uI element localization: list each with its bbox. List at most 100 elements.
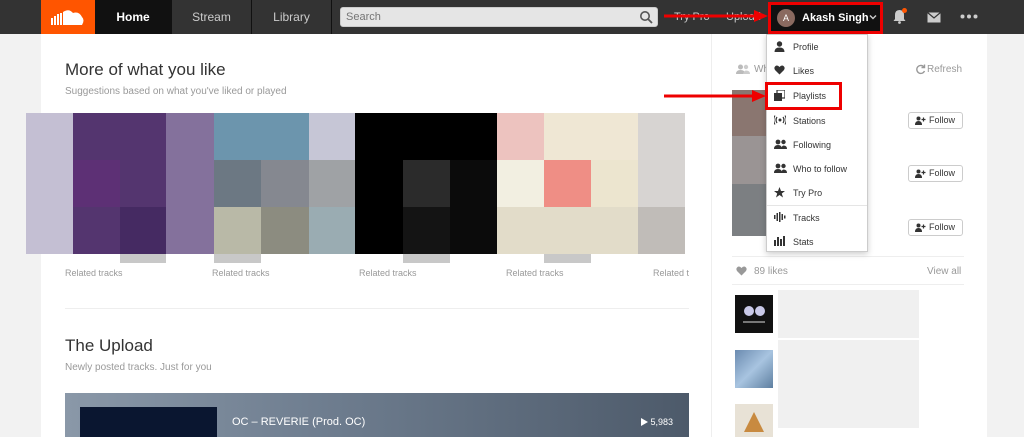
playlist-tile-block <box>309 160 355 207</box>
play-count: 5,983 <box>640 417 673 427</box>
tile-shadow <box>544 254 591 263</box>
playlists-highlight-box <box>765 82 842 110</box>
related-tracks-label[interactable]: Related tracks <box>65 268 123 278</box>
menu-item-label: Try Pro <box>793 188 823 198</box>
album-art-icon <box>743 306 765 323</box>
menu-item-who-to-follow[interactable]: Who to follow <box>767 157 867 181</box>
menu-item-following[interactable]: Following <box>767 133 867 157</box>
stats-icon <box>774 236 785 246</box>
more-icon[interactable] <box>960 14 978 19</box>
heart-icon <box>736 266 747 276</box>
playlist-tile-block <box>166 113 214 254</box>
related-tracks-label[interactable]: Related tracks <box>359 268 417 278</box>
playlist-tile-block <box>403 207 450 254</box>
follow-label: Follow <box>929 168 956 178</box>
search-input[interactable] <box>341 8 631 26</box>
upload-track-banner[interactable]: OC – REVERIE (Prod. OC) 5,983 <box>65 393 689 437</box>
liked-track-artwork[interactable] <box>735 404 773 437</box>
playlist-tile-block <box>73 160 120 207</box>
track-title[interactable]: OC – REVERIE (Prod. OC) <box>232 416 365 428</box>
user-add-icon <box>915 116 926 125</box>
menu-item-label: Who to follow <box>793 164 848 174</box>
section-subtitle: Newly posted tracks. Just for you <box>65 362 212 373</box>
menu-item-label: Likes <box>793 66 815 76</box>
waveform-icon <box>774 212 786 222</box>
nav-home-tab[interactable]: Home <box>95 0 172 34</box>
playlist-tile[interactable] <box>214 113 309 160</box>
menu-item-profile[interactable]: Profile <box>767 35 867 59</box>
playlist-tile[interactable] <box>497 113 544 160</box>
menu-item-label: Following <box>793 140 832 150</box>
playlist-tile-block <box>450 160 497 254</box>
playlist-tile-block <box>214 207 261 254</box>
playlist-tile-block <box>309 207 355 254</box>
refresh-icon[interactable] <box>915 64 926 75</box>
menu-item-label: Stats <box>793 237 814 247</box>
users-icon <box>774 163 787 173</box>
related-tracks-label[interactable]: Related tracks <box>506 268 564 278</box>
suggested-user-avatar[interactable] <box>732 136 768 184</box>
refresh-link[interactable]: Refresh <box>927 64 962 75</box>
section-title-more-of-what-you-like: More of what you like <box>65 60 226 79</box>
menu-item-stations[interactable]: Stations <box>767 109 867 133</box>
menu-item-label: Tracks <box>793 213 820 223</box>
menu-item-likes[interactable]: Likes <box>767 59 867 83</box>
menu-item-stats[interactable]: Stats <box>767 230 867 254</box>
playlist-tile-block <box>544 113 638 160</box>
soundcloud-logo[interactable] <box>41 0 95 34</box>
section-title-the-upload: The Upload <box>65 336 153 355</box>
heart-icon <box>774 65 785 75</box>
nav-stream-tab[interactable]: Stream <box>172 0 252 34</box>
annotation-arrow <box>664 90 766 102</box>
top-header: Home Stream Library Try Pro Upload A Aka… <box>0 0 1024 34</box>
follow-button[interactable]: Follow <box>908 165 963 182</box>
liked-track-info[interactable] <box>778 290 919 338</box>
tile-shadow <box>403 254 450 263</box>
chevron-down-icon <box>869 15 877 20</box>
menu-item-tracks[interactable]: Tracks <box>767 206 867 230</box>
section-divider <box>65 308 689 309</box>
user-name: Akash Singh <box>802 12 869 24</box>
playlist-tile-block <box>497 207 638 254</box>
mail-icon[interactable] <box>927 12 941 23</box>
sidebar-divider <box>732 284 964 285</box>
user-icon <box>774 41 785 52</box>
playlist-tile[interactable] <box>26 113 73 254</box>
related-tracks-label-cut[interactable]: Related t <box>653 268 689 278</box>
related-tracks-label[interactable]: Related tracks <box>212 268 270 278</box>
playlist-tile-block <box>591 160 638 207</box>
playlist-tile-block <box>261 160 309 207</box>
follow-label: Follow <box>929 222 956 232</box>
notification-dot <box>902 8 907 13</box>
liked-track-info[interactable] <box>778 340 919 384</box>
user-menu-button[interactable]: A Akash Singh <box>768 2 883 34</box>
station-icon <box>774 115 786 125</box>
users-icon <box>774 139 787 149</box>
track-artwork[interactable] <box>80 407 217 437</box>
menu-item-label: Stations <box>793 116 826 126</box>
liked-track-artwork[interactable] <box>735 295 773 333</box>
section-subtitle: Suggestions based on what you've liked o… <box>65 86 287 97</box>
users-icon <box>736 64 750 74</box>
liked-track-artwork[interactable] <box>735 350 773 388</box>
star-icon <box>774 187 785 198</box>
tile-shadow <box>120 254 166 263</box>
annotation-arrow <box>664 10 768 22</box>
playlist-tile-block <box>120 207 166 254</box>
likes-count[interactable]: 89 likes <box>754 266 788 277</box>
follow-button[interactable]: Follow <box>908 219 963 236</box>
follow-label: Follow <box>929 115 956 125</box>
menu-item-try-pro[interactable]: Try Pro <box>767 181 867 205</box>
search-icon[interactable] <box>639 10 653 24</box>
playlist-tile-block <box>403 160 450 207</box>
playlist-tile-block <box>497 160 544 207</box>
follow-button[interactable]: Follow <box>908 112 963 129</box>
suggested-user-avatar[interactable] <box>732 184 768 236</box>
sidebar-divider <box>732 256 964 257</box>
menu-item-label: Profile <box>793 42 819 52</box>
album-art-icon <box>744 412 764 432</box>
liked-track-info[interactable] <box>778 384 919 428</box>
playlist-tile-block <box>309 113 355 160</box>
nav-library-tab[interactable]: Library <box>252 0 332 34</box>
view-all-link[interactable]: View all <box>927 266 961 277</box>
